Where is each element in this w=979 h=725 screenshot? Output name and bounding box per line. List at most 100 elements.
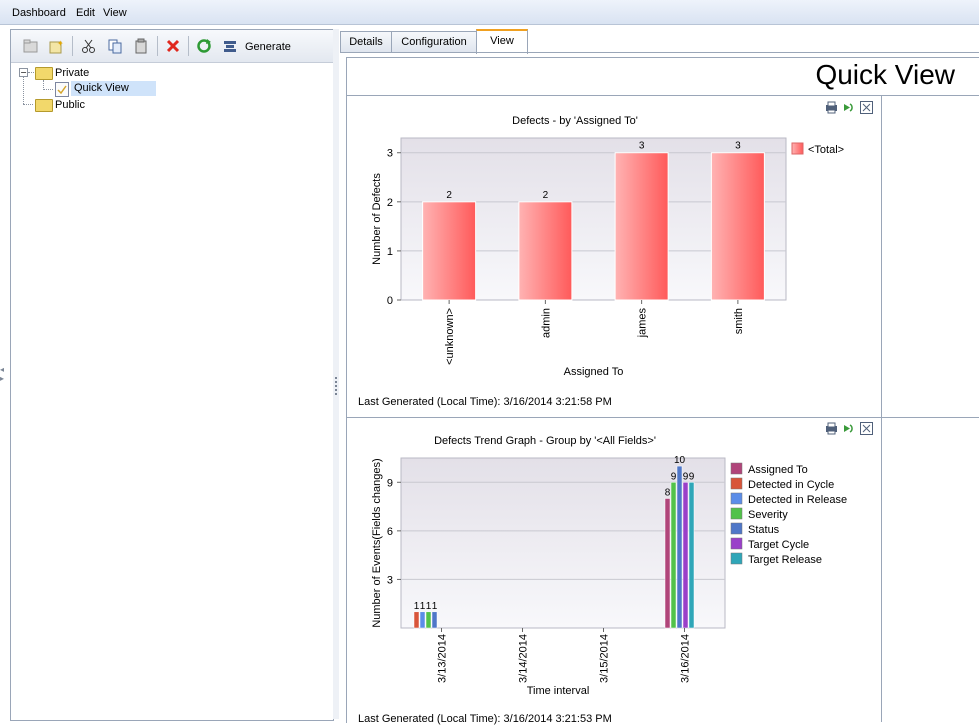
grip-dot: [335, 381, 337, 383]
x-tick-label: james: [637, 308, 649, 339]
maximize-icon[interactable]: [860, 422, 873, 435]
data-label: 9: [671, 471, 677, 482]
generate-button[interactable]: Generate: [245, 41, 291, 53]
plot-area: [400, 457, 726, 629]
y-tick-label: 6: [387, 526, 393, 538]
tab-details[interactable]: Details: [340, 31, 392, 52]
menu-dashboard[interactable]: Dashboard: [12, 7, 66, 19]
tree-connector: [23, 104, 33, 106]
panel-splitter[interactable]: [333, 29, 339, 719]
bar: [682, 482, 689, 629]
data-label: 1: [432, 601, 438, 612]
print-icon[interactable]: [825, 422, 838, 435]
tree-node-private[interactable]: Private: [55, 66, 89, 81]
y-tick-label: 3: [387, 148, 393, 160]
y-axis-label: Number of Defects: [371, 173, 383, 265]
paste-icon[interactable]: [133, 38, 149, 54]
legend-label: Assigned To: [748, 464, 808, 476]
refresh-graph-icon[interactable]: [842, 422, 855, 435]
defects-trend-chart: 3691 1 1 13/13/2014 3/14/2014 3/15/201489109 9…: [371, 455, 847, 697]
refresh-icon[interactable]: [196, 38, 212, 54]
divider: [881, 95, 882, 722]
menu-bar: Dashboard Edit View: [0, 0, 979, 25]
graph1-last-generated: Last Generated (Local Time): 3/16/2014 3…: [358, 396, 612, 408]
menu-view[interactable]: View: [103, 7, 127, 19]
x-tick-label: <unknown>: [444, 308, 456, 365]
refresh-graph-icon[interactable]: [842, 101, 855, 114]
graph-tools: [825, 101, 877, 115]
legend-swatch: [791, 142, 804, 155]
graph1-title: Defects - by 'Assigned To': [512, 115, 638, 127]
toolbar-separator: [188, 36, 189, 56]
bar: [518, 201, 573, 301]
y-tick-label: 0: [387, 295, 393, 307]
tree-node-public[interactable]: Public: [55, 98, 85, 113]
collapse-arrows-icon[interactable]: ◂ ▸: [0, 365, 6, 385]
cut-icon[interactable]: [81, 38, 97, 54]
legend-swatch: [730, 462, 743, 475]
bar: [422, 201, 477, 301]
folder-icon: [35, 99, 53, 112]
x-tick-label: smith: [733, 308, 745, 334]
bar: [670, 482, 677, 629]
legend-swatch: [730, 492, 743, 505]
legend-swatch: [730, 522, 743, 535]
data-label: 3: [639, 141, 645, 152]
grip-dot: [335, 389, 337, 391]
print-icon[interactable]: [825, 101, 838, 114]
tree-connector: [28, 72, 34, 74]
bar: [676, 465, 683, 629]
divider: [346, 95, 979, 96]
legend-label: Target Cycle: [748, 539, 809, 551]
x-tick-label: 3/15/2014: [599, 634, 611, 683]
x-tick-label: 3/16/2014: [680, 634, 692, 683]
grip-dot: [335, 385, 337, 387]
legend-swatch: [730, 537, 743, 550]
tree-connector: [43, 89, 53, 91]
legend-label: Target Release: [748, 554, 822, 566]
bar: [614, 152, 669, 301]
toolbar-separator: [157, 36, 158, 56]
bar: [419, 611, 426, 629]
page-title: Quick View: [815, 59, 955, 90]
bar: [688, 482, 695, 629]
x-axis-label: Time interval: [527, 685, 590, 697]
menu-edit[interactable]: Edit: [76, 7, 95, 19]
x-axis-label: Assigned To: [564, 366, 624, 378]
y-tick-label: 9: [387, 477, 393, 489]
tab-view[interactable]: View: [476, 29, 528, 54]
copy-icon[interactable]: [107, 38, 123, 54]
legend-swatch: [730, 552, 743, 565]
legend-label: <Total>: [808, 144, 844, 156]
legend-label: Detected in Release: [748, 494, 847, 506]
tab-configuration[interactable]: Configuration: [391, 31, 477, 52]
new-page-icon[interactable]: ✦: [48, 38, 64, 54]
y-tick-label: 1: [387, 246, 393, 258]
maximize-icon[interactable]: [860, 101, 873, 114]
bar: [710, 152, 765, 301]
y-tick-label: 2: [387, 197, 393, 209]
generate-icon[interactable]: [222, 38, 238, 54]
bar: [431, 611, 438, 629]
tab-strip-border: [340, 52, 979, 53]
x-tick-label: 3/14/2014: [518, 634, 530, 683]
grip-dot: [335, 377, 337, 379]
data-label: 10: [674, 455, 686, 466]
bar: [425, 611, 432, 629]
tree-panel: ✦ Generate − Private Quick View Public: [10, 29, 334, 721]
new-folder-icon[interactable]: [23, 38, 39, 54]
bar: [413, 611, 420, 629]
legend-label: Status: [748, 524, 780, 536]
data-label: 2: [543, 190, 549, 201]
toolbar-separator: [72, 36, 73, 56]
y-axis-label: Number of Events(Fields changes): [371, 458, 383, 627]
legend-swatch: [730, 477, 743, 490]
tree-node-quick-view[interactable]: Quick View: [71, 81, 156, 96]
y-tick-label: 3: [387, 574, 393, 586]
divider: [346, 417, 979, 418]
page-icon: [55, 82, 69, 97]
delete-icon[interactable]: [165, 38, 181, 54]
x-tick-label: 3/13/2014: [437, 634, 449, 683]
defects-by-assigned-chart: 0 1 2 3 2 <unknown> 2 admin 3 james 3 smith Assigned…: [371, 137, 844, 378]
legend-label: Detected in Cycle: [748, 479, 834, 491]
